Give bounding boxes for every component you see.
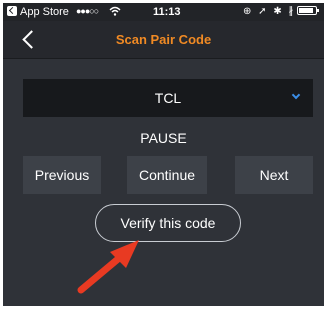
red-arrow-icon	[77, 240, 139, 294]
app-screen: App Store ●●●○○ 11:13 ⊕ ➚ ✱ ∦ Scan Pair …	[3, 3, 324, 306]
